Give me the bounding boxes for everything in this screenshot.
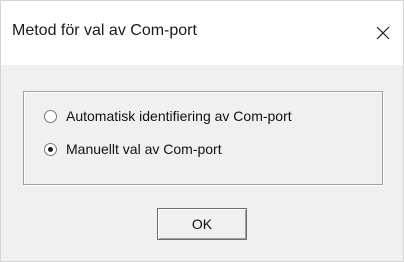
- close-button[interactable]: [363, 13, 403, 53]
- window-title: Metod för val av Com-port: [12, 22, 197, 39]
- ok-button[interactable]: OK: [157, 208, 247, 240]
- dialog-window: Metod för val av Com-port Automatisk ide…: [0, 0, 404, 262]
- option-automatic-label: Automatisk identifiering av Com-port: [66, 108, 292, 124]
- close-icon: [376, 26, 390, 40]
- option-manual[interactable]: Manuellt val av Com-port: [44, 139, 222, 159]
- radio-automatic[interactable]: [44, 109, 57, 123]
- option-manual-label: Manuellt val av Com-port: [66, 141, 222, 157]
- option-automatic[interactable]: Automatisk identifiering av Com-port: [44, 106, 292, 126]
- radio-manual[interactable]: [44, 142, 57, 156]
- com-port-method-group: Automatisk identifiering av Com-port Man…: [23, 91, 383, 185]
- title-bar: Metod för val av Com-port: [1, 1, 403, 65]
